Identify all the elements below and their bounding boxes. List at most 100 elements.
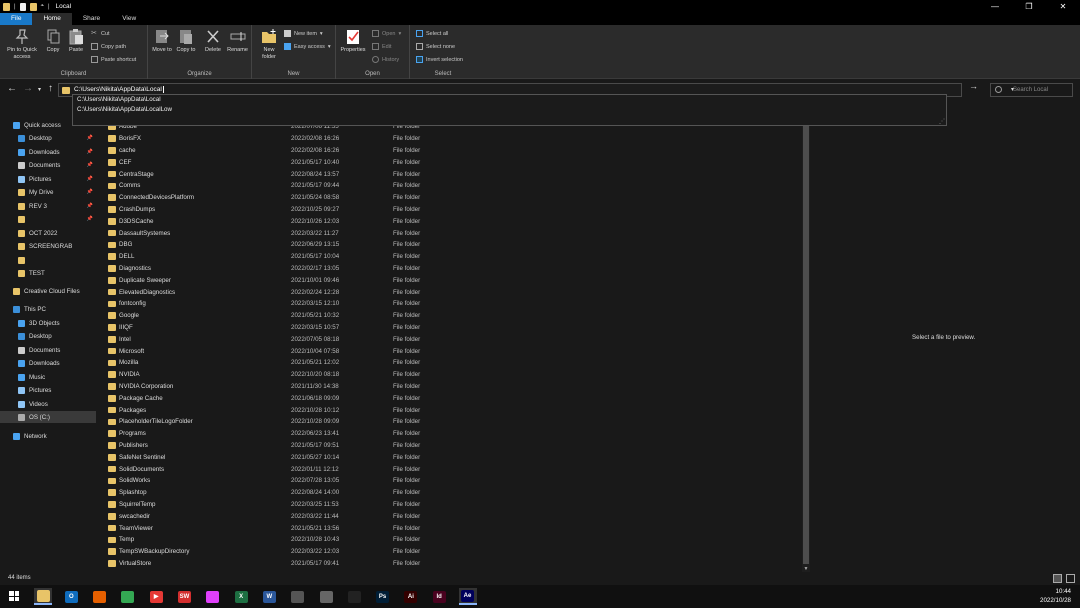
file-row[interactable]: Mozilla 2021/05/21 12:02 File folder (100, 357, 802, 369)
up-arrow-icon[interactable]: ↑ (48, 83, 53, 94)
file-row[interactable]: Diagnostics 2022/02/17 13:05 File folder (100, 263, 802, 275)
file-row[interactable]: CentraStage 2022/08/24 13:57 File folder (100, 168, 802, 180)
sidebar-item[interactable]: REV 3 📌 (0, 200, 96, 212)
tab-file[interactable]: File (0, 13, 33, 25)
delete-button[interactable]: Delete (202, 28, 224, 54)
file-row[interactable]: SafeNet Sentinel 2021/05/27 10:14 File fol… (100, 451, 802, 463)
file-row[interactable]: NVIDIA Corporation 2021/11/30 14:38 File f… (100, 381, 802, 393)
sidebar-item[interactable]: OCT 2022 (0, 227, 96, 239)
file-row[interactable]: VirtualStore 2021/05/17 09:41 File folder (100, 558, 802, 570)
new-item-button[interactable]: New item ▾ (284, 30, 323, 37)
file-row[interactable]: Programs 2022/06/23 13:41 File folder (100, 428, 802, 440)
back-arrow-icon[interactable]: ← (7, 83, 17, 94)
rename-button[interactable]: Rename (225, 28, 250, 54)
file-row[interactable]: fontconfig 2022/03/15 12:10 File folder (100, 298, 802, 310)
file-row[interactable]: Intel 2022/07/05 08:18 File folder (100, 333, 802, 345)
file-explorer-icon[interactable] (34, 588, 52, 605)
vertical-scrollbar[interactable]: ▲ ▼ (802, 120, 810, 572)
cloud-app-icon[interactable] (317, 588, 335, 605)
sidebar-item[interactable]: Creative Cloud Files (0, 285, 96, 297)
sidebar-item[interactable]: Pictures 📌 (0, 173, 96, 185)
maximize-button[interactable]: ❐ (1012, 0, 1046, 13)
firefox-icon[interactable] (91, 588, 109, 605)
select-all-button[interactable]: Select all (416, 30, 448, 37)
sidebar-item[interactable]: SCREENGRAB (0, 240, 96, 252)
solidworks-icon[interactable]: SW (176, 588, 194, 605)
file-row[interactable]: DELL 2021/05/17 10:04 File folder (100, 251, 802, 263)
file-row[interactable]: D3DSCache 2022/10/26 12:03 File folder (100, 215, 802, 227)
illustrator-icon[interactable]: Ai (402, 588, 420, 605)
file-row[interactable]: DBG 2022/06/29 13:15 File folder (100, 239, 802, 251)
sidebar-item[interactable]: This PC (0, 303, 96, 315)
properties-button[interactable]: Properties (338, 28, 368, 54)
sidebar-item[interactable]: Pictures (0, 384, 96, 396)
resize-grip-icon[interactable]: ⋰ (939, 118, 945, 125)
edit-button[interactable]: Edit (372, 43, 391, 50)
paste-shortcut-button[interactable]: Paste shortcut (91, 56, 136, 63)
close-button[interactable]: ✕ (1046, 0, 1080, 13)
toolbar-icon[interactable] (29, 2, 37, 11)
tab-view[interactable]: View (111, 13, 147, 25)
sidebar-item[interactable]: Desktop (0, 330, 96, 342)
file-row[interactable]: Splashtop 2022/08/24 14:00 File folder (100, 487, 802, 499)
address-input[interactable]: C:\Users\Nikita\AppData\Local (74, 86, 164, 93)
sidebar-item[interactable]: TEST (0, 267, 96, 279)
file-row[interactable]: SquirrelTemp 2022/03/25 11:53 File folder (100, 499, 802, 511)
autocomplete-item[interactable]: C:\Users\Nikita\AppData\Local (73, 95, 946, 105)
new-folder-button[interactable]: New folder (256, 28, 282, 61)
media-player-icon[interactable]: ▶ (147, 588, 165, 605)
select-none-button[interactable]: Select none (416, 43, 455, 50)
file-row[interactable]: Package Cache 2021/06/18 09:09 File folder (100, 392, 802, 404)
pin-to-quick-access-button[interactable]: Pin to Quick access (2, 28, 42, 61)
file-row[interactable]: Google 2021/05/21 10:32 File folder (100, 310, 802, 322)
copy-path-button[interactable]: Copy path (91, 43, 126, 50)
sketchup-icon[interactable] (345, 588, 363, 605)
photos-icon[interactable] (204, 588, 222, 605)
sidebar-item[interactable] (0, 254, 96, 266)
file-row[interactable]: Microsoft 2022/10/04 07:58 File folder (100, 345, 802, 357)
details-view-icon[interactable] (1053, 574, 1062, 583)
forward-arrow-icon[interactable]: → (23, 83, 33, 94)
sidebar-item[interactable]: Documents 📌 (0, 159, 96, 171)
file-row[interactable]: Temp 2022/10/28 10:43 File folder (100, 534, 802, 546)
file-row[interactable]: Comms 2021/05/17 09:44 File folder (100, 180, 802, 192)
customize-toolbar-icon[interactable]: ⩡ (41, 3, 44, 10)
sidebar-item[interactable]: Desktop 📌 (0, 132, 96, 144)
file-row[interactable]: NVIDIA 2022/10/20 08:18 File folder (100, 369, 802, 381)
sidebar-item[interactable]: OS (C:) (0, 411, 96, 423)
word-icon[interactable]: W (260, 588, 278, 605)
photoshop-icon[interactable]: Ps (374, 588, 392, 605)
excel-icon[interactable]: X (232, 588, 250, 605)
tab-share[interactable]: Share (72, 13, 111, 25)
minimize-button[interactable]: — (978, 0, 1012, 13)
sidebar-item[interactable]: 📌 (0, 213, 96, 225)
history-button[interactable]: History (372, 56, 399, 63)
file-row[interactable]: SolidWorks 2022/07/28 13:05 File folder (100, 475, 802, 487)
file-row[interactable]: TeamViewer 2021/05/21 13:56 File folder (100, 522, 802, 534)
recent-locations-icon[interactable]: ▾ (38, 86, 41, 93)
sidebar-item[interactable]: Documents (0, 344, 96, 356)
windows-start-icon[interactable] (9, 591, 19, 601)
move-to-button[interactable]: Move to (150, 28, 174, 54)
go-arrow-icon[interactable]: → (969, 81, 978, 91)
file-row[interactable]: CEF 2021/05/17 10:40 File folder (100, 156, 802, 168)
file-row[interactable]: BorisFX 2022/02/08 16:26 File folder (100, 133, 802, 145)
autocomplete-item[interactable]: C:\Users\Nikita\AppData\LocalLow (73, 105, 946, 115)
file-row[interactable]: ConnectedDevicesPlatform 2021/05/24 08:58… (100, 192, 802, 204)
file-row[interactable]: Publishers 2021/05/17 09:51 File folder (100, 440, 802, 452)
scrollbar-thumb[interactable] (803, 126, 809, 564)
outlook-icon[interactable]: O (62, 588, 80, 605)
file-row[interactable]: cache 2022/02/08 16:26 File folder (100, 145, 802, 157)
sidebar-item[interactable]: My Drive 📌 (0, 186, 96, 198)
sidebar-item[interactable]: Downloads (0, 357, 96, 369)
search-input[interactable]: Search Local (990, 83, 1073, 97)
easy-access-button[interactable]: Easy access ▾ (284, 43, 331, 50)
copy-button[interactable]: Copy (42, 28, 64, 54)
indesign-icon[interactable]: Id (430, 588, 448, 605)
calculator-icon[interactable] (289, 588, 307, 605)
file-row[interactable]: Packages 2022/10/28 10:12 File folder (100, 404, 802, 416)
sidebar-item[interactable]: Downloads 📌 (0, 146, 96, 158)
file-row[interactable]: Duplicate Sweeper 2021/10/01 09:46 File fo… (100, 274, 802, 286)
file-row[interactable]: ElevatedDiagnostics 2022/02/24 12:28 File … (100, 286, 802, 298)
toolbar-icon[interactable] (19, 2, 26, 11)
